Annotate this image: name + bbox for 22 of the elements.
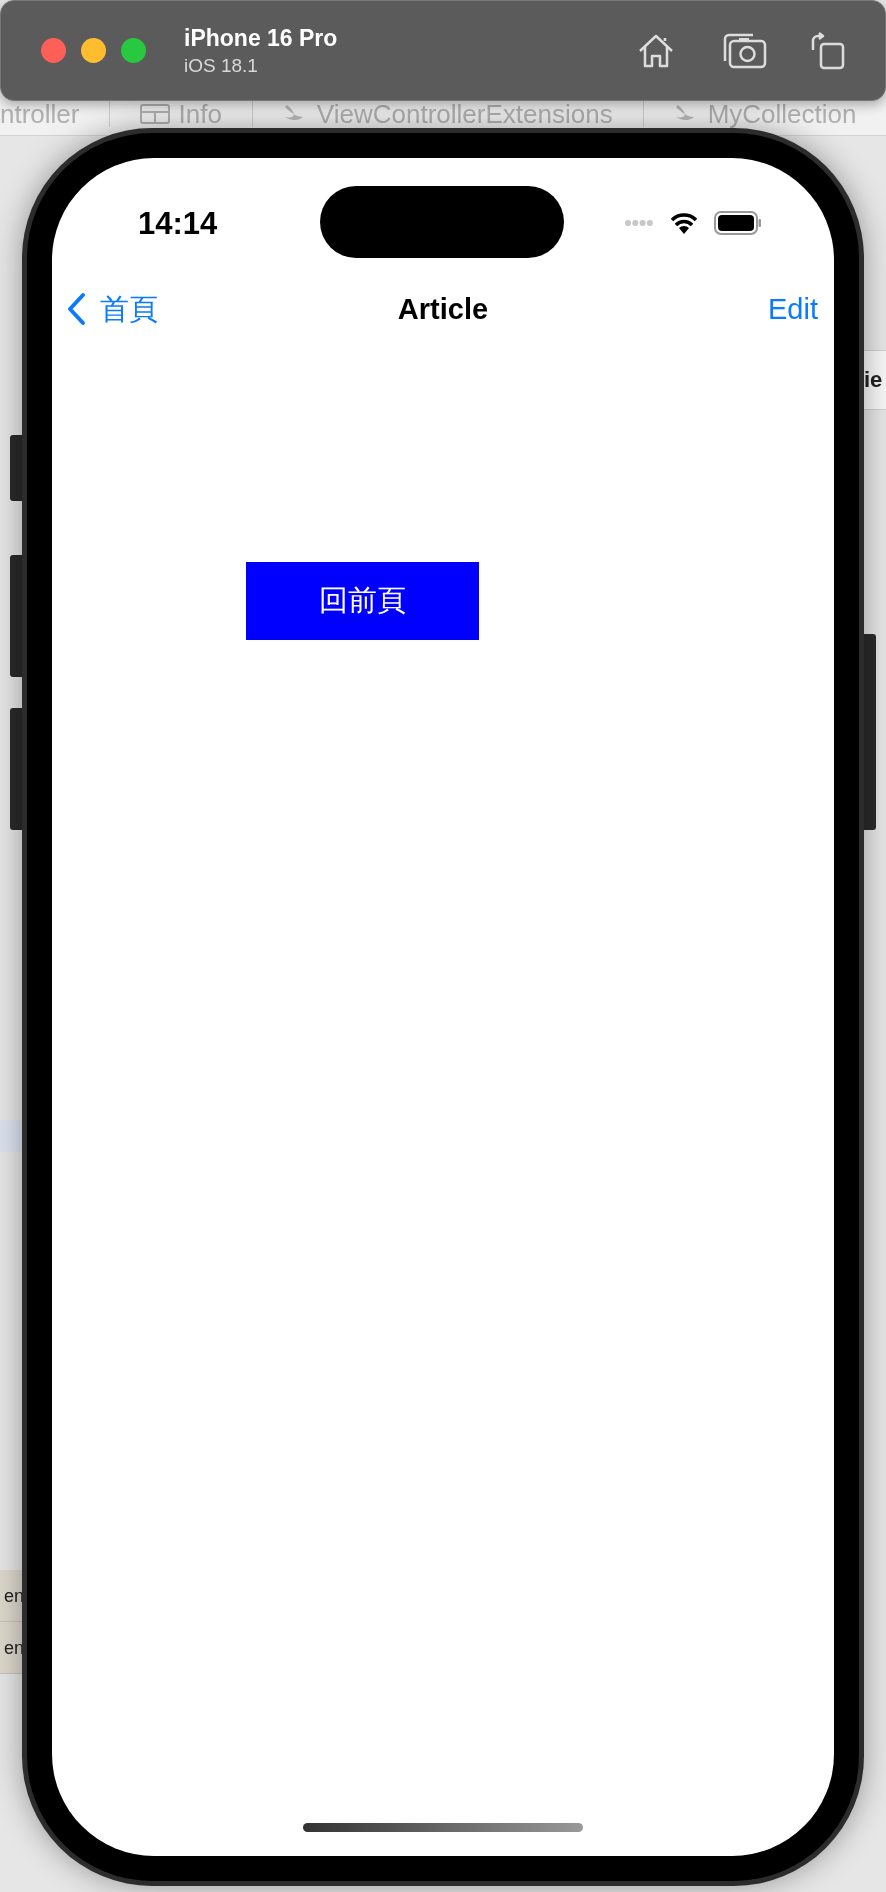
edit-button[interactable]: Edit xyxy=(768,294,818,324)
tab-label[interactable]: Info xyxy=(178,101,222,127)
tab-label[interactable]: ntroller xyxy=(0,101,80,127)
home-icon[interactable] xyxy=(637,32,675,69)
back-page-button[interactable]: 回前頁 xyxy=(246,562,479,640)
signal-icon xyxy=(624,219,654,227)
zoom-window-button[interactable] xyxy=(121,38,146,63)
panel-text: ie xyxy=(864,369,883,391)
chevron-left-icon xyxy=(66,292,86,326)
minimize-window-button[interactable] xyxy=(81,38,106,63)
rotate-icon[interactable] xyxy=(809,31,845,70)
device-name: iPhone 16 Pro xyxy=(184,26,338,50)
wifi-icon xyxy=(670,212,698,234)
table-icon xyxy=(140,104,171,124)
tab-label[interactable]: ViewControllerExtensions xyxy=(316,101,613,127)
os-version: iOS 18.1 xyxy=(184,55,259,75)
screenshot-icon[interactable] xyxy=(723,32,767,69)
back-button[interactable]: 首頁 xyxy=(66,292,158,326)
tab-label[interactable]: MyCollection xyxy=(707,101,857,127)
status-time: 14:14 xyxy=(138,207,219,239)
nav-title: Article xyxy=(397,294,489,324)
battery-icon xyxy=(714,211,762,235)
